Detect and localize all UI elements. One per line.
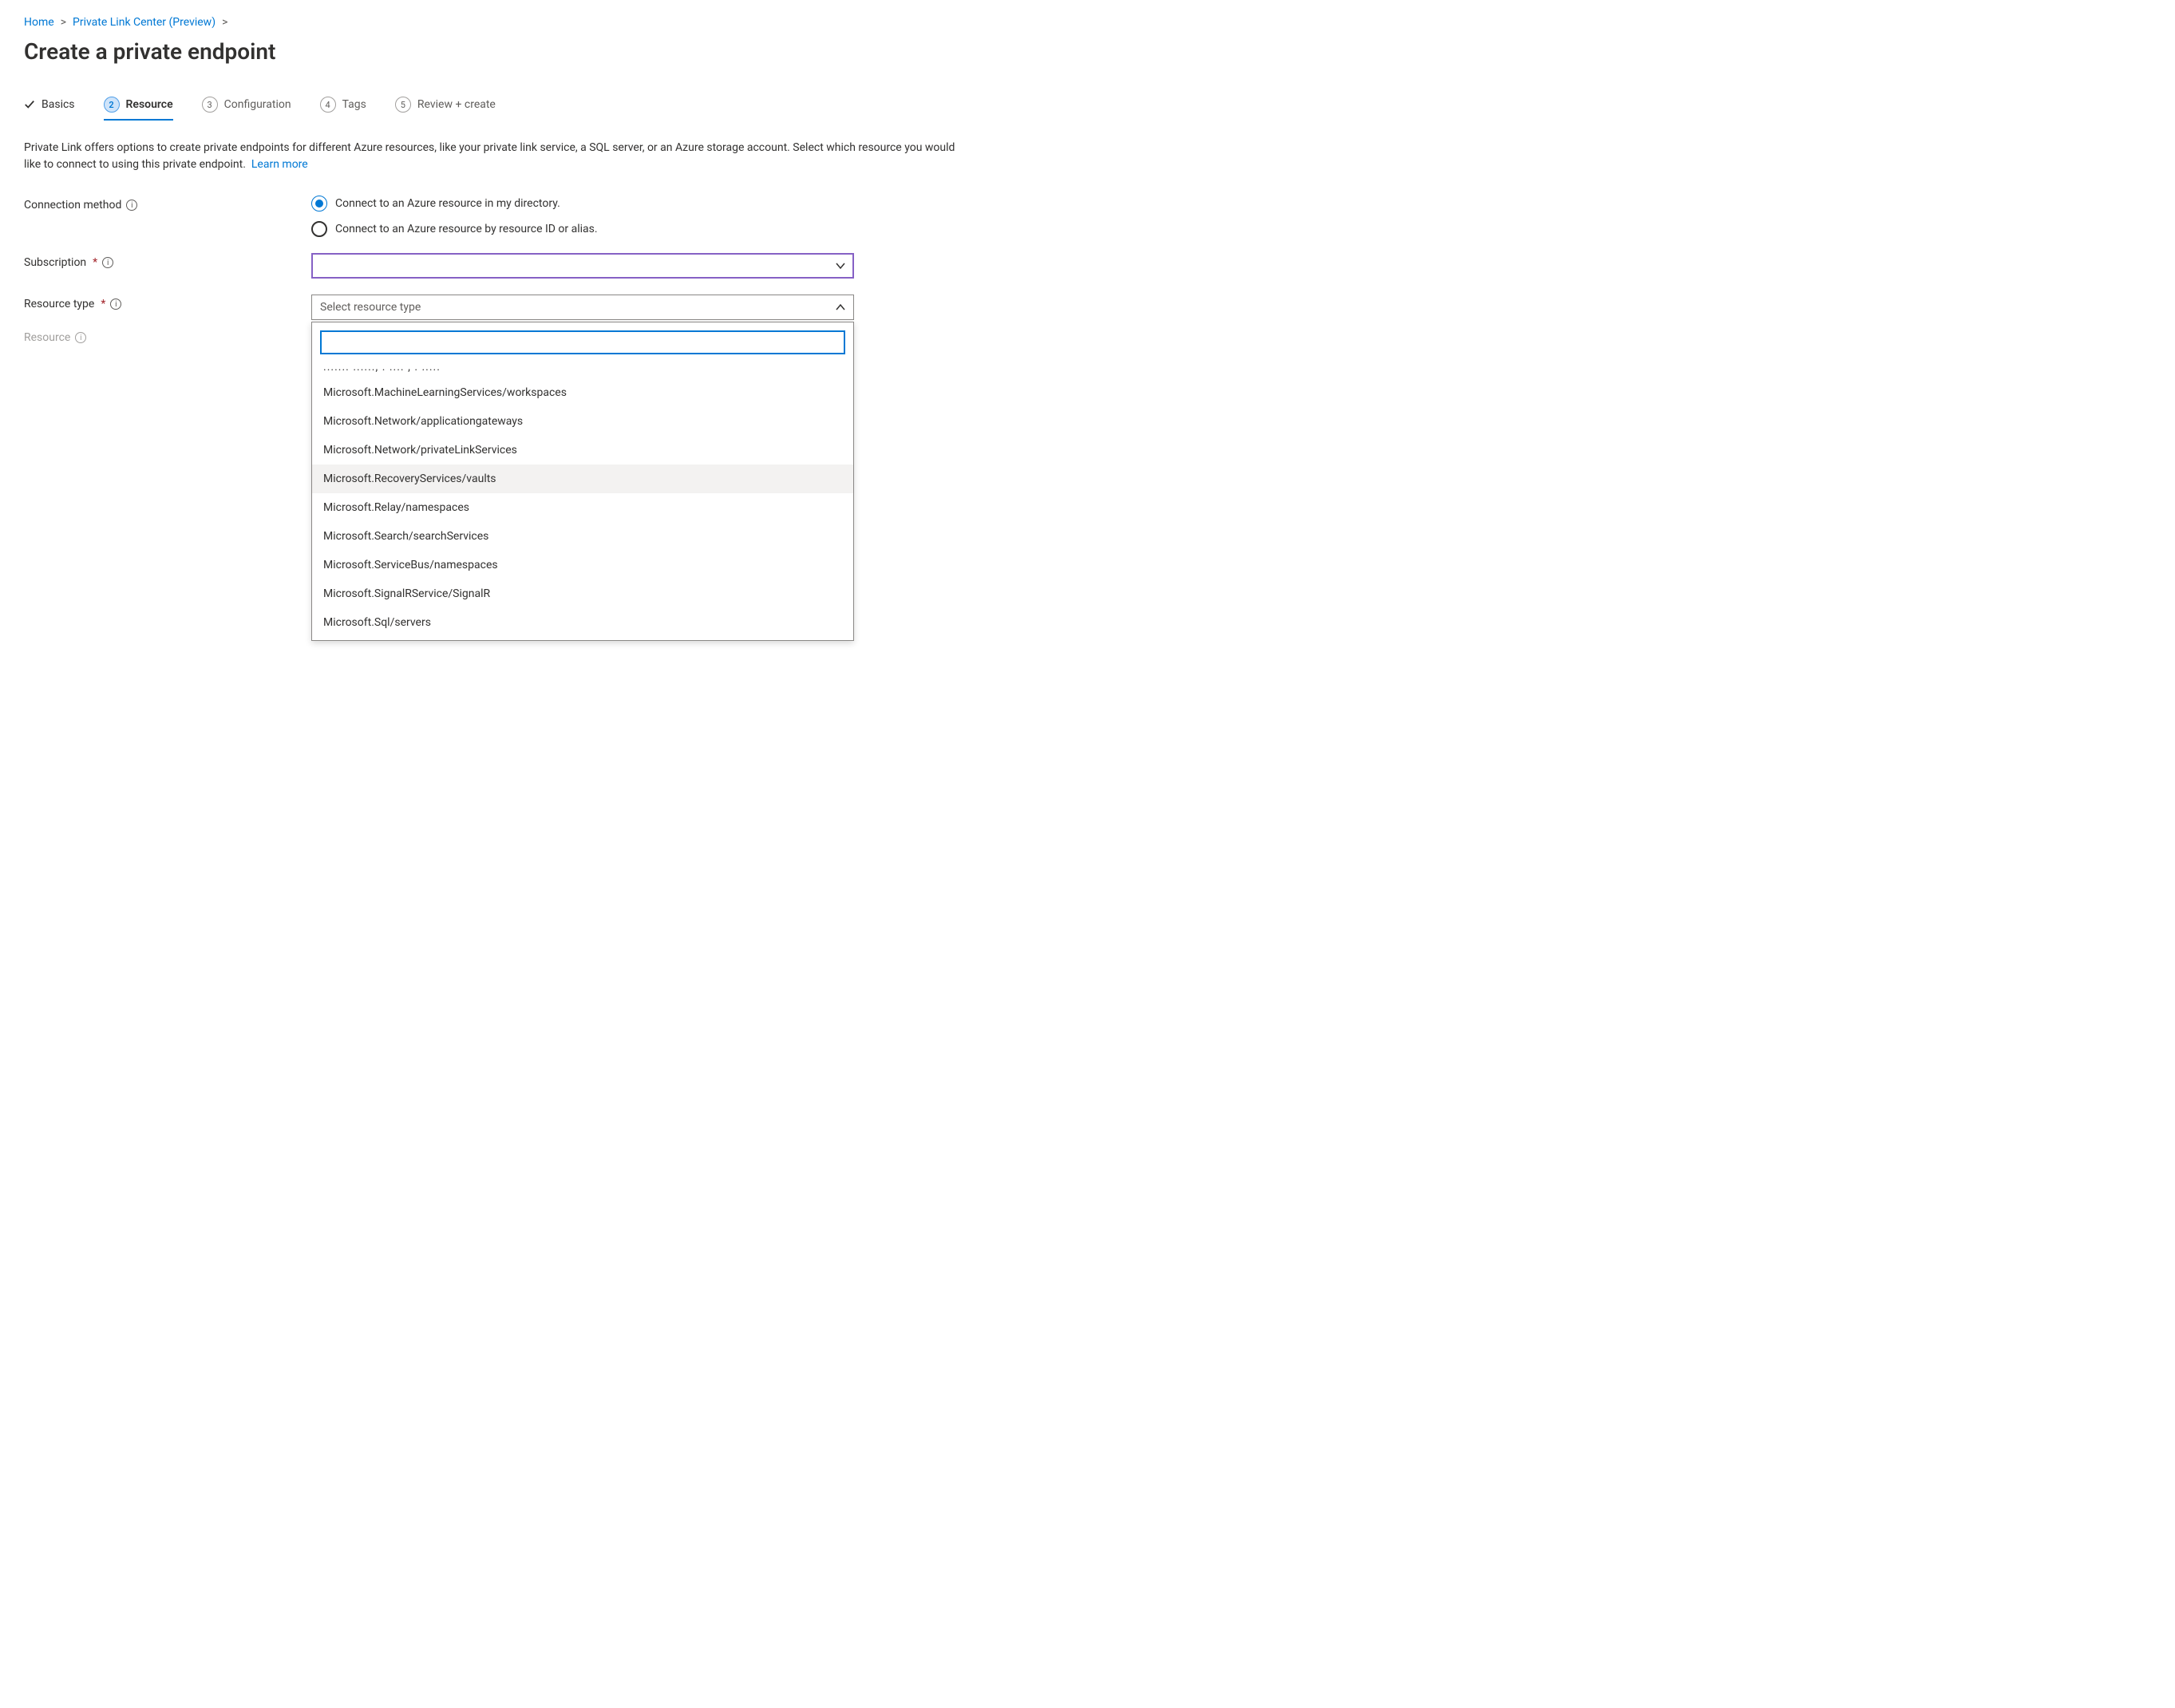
- resource-type-select[interactable]: Select resource type: [311, 295, 854, 320]
- tab-resource[interactable]: 2 Resource: [104, 97, 173, 121]
- resource-type-options-list[interactable]: ....... ......, . .... , . .....Microsof…: [312, 361, 853, 640]
- checkmark-icon: [24, 99, 35, 110]
- tab-basics-label: Basics: [42, 98, 75, 111]
- resource-type-option[interactable]: Microsoft.Sql/servers: [312, 608, 853, 637]
- label-subscription: Subscription * i: [24, 253, 311, 269]
- tab-tags[interactable]: 4 Tags: [320, 97, 366, 121]
- step-number: 4: [320, 97, 336, 113]
- info-icon[interactable]: i: [75, 332, 86, 343]
- radio-label: Connect to an Azure resource by resource…: [335, 223, 598, 235]
- resource-type-placeholder: Select resource type: [320, 301, 421, 314]
- resource-type-option[interactable]: Microsoft.Relay/namespaces: [312, 493, 853, 522]
- tab-review-label: Review + create: [417, 98, 496, 111]
- label-text: Resource: [24, 331, 70, 344]
- subscription-select[interactable]: [311, 253, 854, 279]
- step-number: 5: [395, 97, 411, 113]
- tab-review-create[interactable]: 5 Review + create: [395, 97, 496, 121]
- resource-type-option-truncated[interactable]: ....... ......, . .... , . .....: [312, 361, 853, 378]
- tab-configuration-label: Configuration: [224, 98, 291, 111]
- radio-connect-directory[interactable]: Connect to an Azure resource in my direc…: [311, 196, 854, 212]
- page-title: Create a private endpoint: [24, 38, 2151, 65]
- label-resource-type: Resource type * i: [24, 295, 311, 310]
- row-subscription: Subscription * i: [24, 253, 2151, 279]
- radio-connect-resource-id[interactable]: Connect to an Azure resource by resource…: [311, 221, 854, 237]
- resource-type-dropdown: ....... ......, . .... , . .....Microsof…: [311, 322, 854, 641]
- breadcrumb: Home > Private Link Center (Preview) >: [24, 16, 2151, 29]
- radio-icon: [311, 221, 327, 237]
- intro-body: Private Link offers options to create pr…: [24, 141, 955, 171]
- tab-configuration[interactable]: 3 Configuration: [202, 97, 291, 121]
- learn-more-link[interactable]: Learn more: [251, 158, 308, 171]
- chevron-up-icon: [836, 302, 845, 312]
- label-text: Connection method: [24, 199, 121, 212]
- resource-type-option[interactable]: Microsoft.MachineLearningServices/worksp…: [312, 378, 853, 407]
- required-icon: *: [101, 298, 105, 310]
- step-number: 2: [104, 97, 120, 113]
- info-icon[interactable]: i: [102, 257, 113, 268]
- info-icon[interactable]: i: [110, 299, 121, 310]
- chevron-right-icon: >: [222, 16, 227, 29]
- resource-type-option[interactable]: Microsoft.ServiceBus/namespaces: [312, 551, 853, 579]
- label-resource: Resource i: [24, 328, 311, 344]
- radio-icon: [311, 196, 327, 212]
- resource-type-option[interactable]: Microsoft.Search/searchServices: [312, 522, 853, 551]
- breadcrumb-private-link-center[interactable]: Private Link Center (Preview): [73, 16, 216, 29]
- resource-type-option[interactable]: Microsoft.Network/applicationgateways: [312, 407, 853, 436]
- chevron-down-icon: [836, 261, 845, 271]
- row-connection-method: Connection method i Connect to an Azure …: [24, 196, 2151, 237]
- step-number: 3: [202, 97, 218, 113]
- required-icon: *: [93, 256, 97, 269]
- label-connection-method: Connection method i: [24, 196, 311, 212]
- radio-label: Connect to an Azure resource in my direc…: [335, 197, 560, 210]
- tab-tags-label: Tags: [342, 98, 366, 111]
- resource-type-option[interactable]: Microsoft.Network/privateLinkServices: [312, 436, 853, 465]
- breadcrumb-home[interactable]: Home: [24, 16, 54, 29]
- intro-text: Private Link offers options to create pr…: [24, 140, 966, 173]
- resource-type-option[interactable]: Microsoft.SignalRService/SignalR: [312, 579, 853, 608]
- tab-resource-label: Resource: [126, 98, 173, 111]
- resource-type-search-input[interactable]: [320, 330, 845, 354]
- row-resource-type: Resource type * i Select resource type .…: [24, 295, 2151, 320]
- tab-basics[interactable]: Basics: [24, 98, 75, 119]
- resource-type-option[interactable]: Microsoft.RecoveryServices/vaults: [312, 465, 853, 493]
- info-icon[interactable]: i: [126, 200, 137, 211]
- connection-method-radio-group: Connect to an Azure resource in my direc…: [311, 196, 854, 237]
- chevron-right-icon: >: [61, 16, 66, 29]
- wizard-tabs: Basics 2 Resource 3 Configuration 4 Tags…: [24, 97, 2151, 121]
- label-text: Resource type: [24, 298, 94, 310]
- label-text: Subscription: [24, 256, 86, 269]
